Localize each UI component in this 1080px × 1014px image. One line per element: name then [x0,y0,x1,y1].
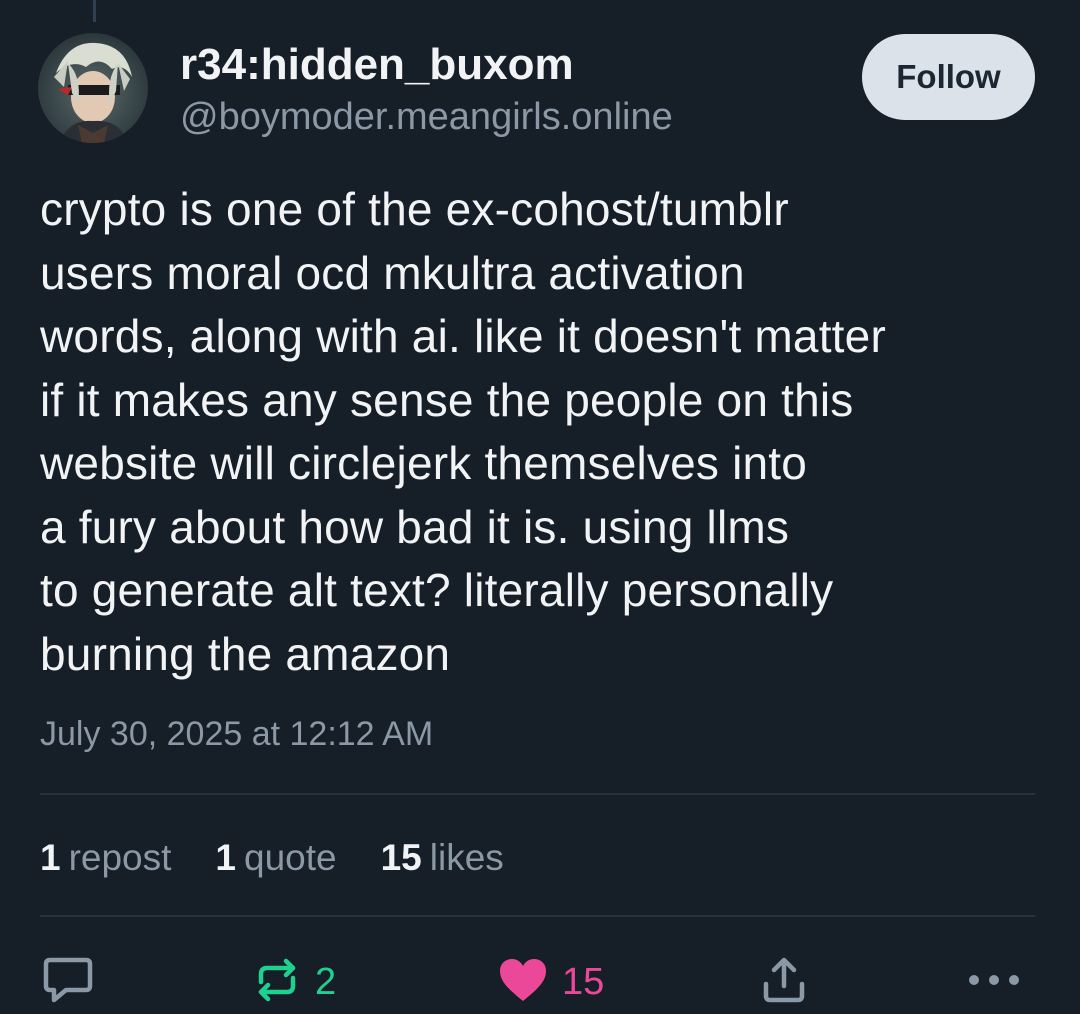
likes-label: likes [429,837,504,878]
post-stats: 1 repost 1 quote 15 likes [40,833,548,883]
post-timestamp: July 30, 2025 at 12:12 AM [40,715,434,753]
more-options-icon [966,972,1022,993]
like-count: 15 [562,960,605,1003]
quotes-stat[interactable]: 1 quote [215,837,336,879]
more-options-button[interactable] [966,956,1022,1008]
post-text: crypto is one of the ex-cohost/tumblr us… [40,183,886,680]
author-display-name[interactable]: r34:hidden_buxom [180,40,673,90]
likes-stat[interactable]: 15 likes [381,837,504,879]
repost-count: 2 [315,960,337,1003]
avatar-image [38,33,148,143]
reply-icon [42,956,94,1009]
like-button[interactable]: 15 [498,956,604,1008]
action-bar: 2 15 [0,950,1080,1014]
divider-bottom [40,915,1035,917]
repost-button[interactable]: 2 [253,956,336,1008]
repost-icon [253,956,301,1009]
avatar[interactable] [38,33,148,143]
divider-top [40,793,1035,795]
follow-button[interactable]: Follow [862,34,1035,120]
quotes-count: 1 [215,837,236,878]
reposts-label: repost [68,837,172,878]
likes-count: 15 [380,837,422,878]
quotes-label: quote [244,837,337,878]
heart-icon [498,957,548,1008]
post-view: r34:hidden_buxom @boymoder.meangirls.onl… [0,0,1080,1014]
reposts-count: 1 [40,837,61,878]
reply-button[interactable] [42,956,94,1008]
author-handle[interactable]: @boymoder.meangirls.online [180,94,673,140]
share-icon [760,956,808,1009]
author-info[interactable]: r34:hidden_buxom @boymoder.meangirls.onl… [180,40,673,140]
thread-line [93,0,96,22]
reposts-stat[interactable]: 1 repost [40,837,171,879]
share-button[interactable] [760,956,808,1008]
